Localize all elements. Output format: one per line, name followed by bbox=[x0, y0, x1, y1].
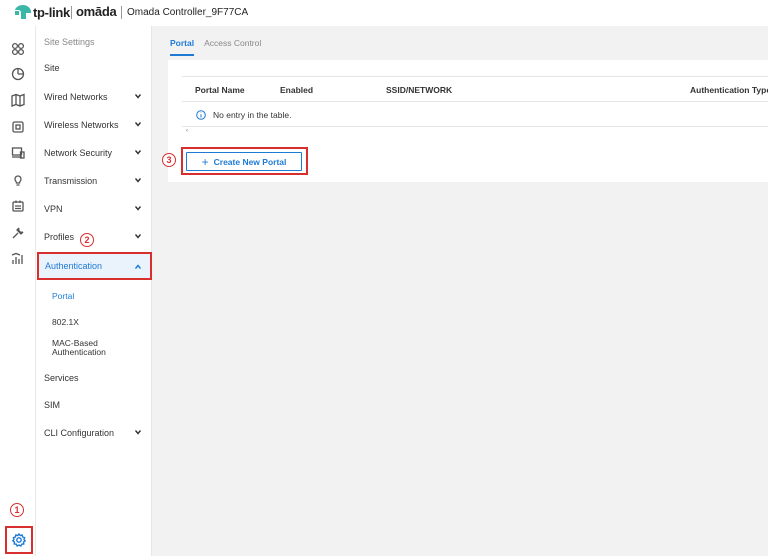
reports-icon[interactable] bbox=[9, 250, 27, 268]
sidebar-item-wireless-networks[interactable]: Wireless Networks bbox=[36, 112, 152, 138]
plus-icon: + bbox=[201, 154, 209, 169]
chevron-down-icon bbox=[134, 176, 142, 184]
brand-divider bbox=[71, 6, 72, 19]
sidebar-item-network-security[interactable]: Network Security bbox=[36, 140, 152, 166]
tab-access-control[interactable]: Access Control bbox=[204, 38, 261, 56]
sidebar-item-authentication[interactable]: Authentication bbox=[37, 252, 152, 280]
empty-table-text: No entry in the table. bbox=[213, 109, 292, 120]
dashboard-icon[interactable] bbox=[9, 40, 27, 58]
map-icon[interactable] bbox=[9, 91, 27, 109]
sidebar-item-label: Services bbox=[44, 373, 79, 383]
controller-name[interactable]: Omada Controller_9F77CA bbox=[127, 7, 248, 18]
settings-icon bbox=[12, 533, 26, 547]
tab-bar: Portal Access Control bbox=[170, 38, 261, 56]
sidebar-item-label: Site bbox=[44, 63, 60, 73]
column-header-ssid-network[interactable]: SSID/NETWORK bbox=[386, 85, 452, 95]
sidebar-item-vpn[interactable]: VPN bbox=[36, 196, 152, 222]
devices-icon[interactable] bbox=[9, 118, 27, 136]
chevron-down-icon bbox=[134, 204, 142, 212]
chevron-down-icon bbox=[134, 232, 142, 240]
sidebar-item-label: VPN bbox=[44, 204, 63, 214]
brand-divider bbox=[121, 6, 122, 19]
sidebar-item-label: Profiles bbox=[44, 232, 75, 242]
chevron-down-icon bbox=[134, 148, 142, 156]
step-badge-three: 3 bbox=[162, 153, 176, 167]
table-header: Portal Name Enabled SSID/NETWORK Authent… bbox=[182, 76, 768, 102]
sidebar-item-label: Wireless Networks bbox=[44, 120, 119, 130]
settings-button[interactable] bbox=[5, 526, 33, 554]
tplink-logo-icon bbox=[15, 5, 31, 19]
info-icon bbox=[196, 109, 206, 120]
sidebar-header-site-settings: Site Settings bbox=[44, 37, 95, 47]
scroll-left-icon[interactable]: ‹ bbox=[186, 128, 188, 134]
create-new-portal-button[interactable]: + Create New Portal bbox=[186, 152, 302, 171]
statistics-icon[interactable] bbox=[9, 65, 27, 83]
step-badge-two: 2 bbox=[80, 233, 94, 247]
settings-sidebar: Site Settings Site Wired Networks Wirele… bbox=[36, 26, 152, 556]
sidebar-item-sim[interactable]: SIM bbox=[36, 392, 152, 418]
column-header-enabled[interactable]: Enabled bbox=[280, 85, 313, 95]
chevron-down-icon bbox=[134, 120, 142, 128]
icon-rail bbox=[0, 26, 36, 556]
sidebar-subitem-label: Authentication bbox=[52, 347, 106, 357]
table-empty-row: No entry in the table. bbox=[182, 103, 768, 127]
logs-icon[interactable] bbox=[9, 197, 27, 215]
sidebar-item-label: SIM bbox=[44, 400, 61, 410]
sidebar-item-label: Network Security bbox=[44, 148, 113, 158]
sidebar-subitem-8021x[interactable]: 802.1X bbox=[52, 317, 79, 327]
sidebar-item-services[interactable]: Services bbox=[36, 365, 152, 391]
clients-icon[interactable] bbox=[9, 144, 27, 162]
sidebar-item-site[interactable]: Site bbox=[36, 55, 152, 81]
step-badge-one: 1 bbox=[10, 503, 24, 517]
tools-icon[interactable] bbox=[9, 224, 27, 242]
brand-tplink: tp-link bbox=[33, 5, 70, 20]
chevron-up-icon bbox=[134, 263, 142, 271]
sidebar-item-cli-configuration[interactable]: CLI Configuration bbox=[36, 420, 152, 446]
sidebar-item-label: Authentication bbox=[45, 261, 103, 271]
insight-icon[interactable] bbox=[9, 171, 27, 189]
chevron-down-icon bbox=[134, 428, 142, 436]
sidebar-item-profiles[interactable]: Profiles bbox=[36, 224, 152, 250]
column-header-portal-name[interactable]: Portal Name bbox=[195, 85, 245, 95]
top-bar: tp-link omāda Omada Controller_9F77CA bbox=[0, 0, 768, 26]
sidebar-item-label: Transmission bbox=[44, 176, 98, 186]
create-button-label: Create New Portal bbox=[213, 156, 287, 167]
column-header-authentication-type[interactable]: Authentication Type bbox=[690, 85, 768, 95]
brand-omada: omāda bbox=[76, 4, 117, 19]
sidebar-item-wired-networks[interactable]: Wired Networks bbox=[36, 84, 152, 110]
sidebar-subitem-portal[interactable]: Portal bbox=[52, 291, 74, 301]
sidebar-item-label: CLI Configuration bbox=[44, 428, 115, 438]
sidebar-item-transmission[interactable]: Transmission bbox=[36, 168, 152, 194]
tab-portal[interactable]: Portal bbox=[170, 38, 195, 56]
sidebar-item-label: Wired Networks bbox=[44, 92, 108, 102]
chevron-down-icon bbox=[134, 92, 142, 100]
sidebar-subitem-mac-based[interactable]: MAC-Based Authentication bbox=[52, 339, 106, 357]
